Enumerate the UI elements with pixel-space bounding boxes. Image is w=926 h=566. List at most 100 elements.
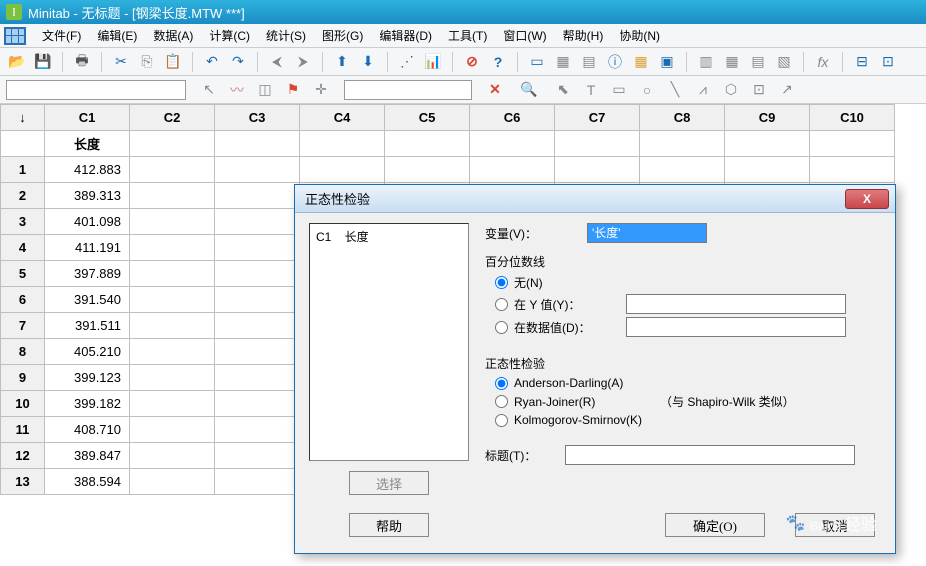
brush-icon[interactable]: 〰: [226, 79, 248, 101]
column-name-cell[interactable]: [215, 131, 300, 157]
datavalue-input[interactable]: [626, 317, 846, 337]
layout3-icon[interactable]: ▤: [747, 51, 769, 73]
cell[interactable]: 391.540: [45, 287, 130, 313]
column-name-cell[interactable]: [470, 131, 555, 157]
cell[interactable]: [130, 261, 215, 287]
cell[interactable]: [130, 469, 215, 495]
pointer-icon[interactable]: ↖: [198, 79, 220, 101]
cell[interactable]: [215, 183, 300, 209]
menu-edit[interactable]: 编辑(E): [89, 24, 145, 47]
chart-icon[interactable]: 📊: [422, 51, 444, 73]
row-header[interactable]: 5: [1, 261, 45, 287]
flag-icon[interactable]: ⚑: [282, 79, 304, 101]
cell[interactable]: [215, 365, 300, 391]
polyline-tool-icon[interactable]: ⩘: [692, 79, 714, 101]
menu-graph[interactable]: 图形(G): [314, 24, 371, 47]
row-header[interactable]: 6: [1, 287, 45, 313]
cell[interactable]: 405.210: [45, 339, 130, 365]
line-tool-icon[interactable]: ╲: [664, 79, 686, 101]
radio-datavalue[interactable]: [495, 321, 508, 334]
row-header[interactable]: 12: [1, 443, 45, 469]
cascade-icon[interactable]: ⊡: [877, 51, 899, 73]
report-icon[interactable]: ▦: [630, 51, 652, 73]
menu-data[interactable]: 数据(A): [145, 24, 201, 47]
cell[interactable]: 399.182: [45, 391, 130, 417]
cell[interactable]: [215, 261, 300, 287]
menu-stat[interactable]: 统计(S): [258, 24, 314, 47]
menu-window[interactable]: 窗口(W): [495, 24, 554, 47]
graph-win-icon[interactable]: ▣: [656, 51, 678, 73]
menu-assist[interactable]: 协助(N): [611, 24, 668, 47]
nav-next-icon[interactable]: ⮞: [292, 51, 314, 73]
cell[interactable]: [300, 157, 385, 183]
column-name-cell[interactable]: [640, 131, 725, 157]
plus-icon[interactable]: ✛: [310, 79, 332, 101]
cell[interactable]: [130, 339, 215, 365]
combo-2[interactable]: [344, 80, 472, 100]
layout2-icon[interactable]: ▦: [721, 51, 743, 73]
column-header[interactable]: C4: [300, 105, 385, 131]
menu-tools[interactable]: 工具(T): [440, 24, 495, 47]
row-header[interactable]: 1: [1, 157, 45, 183]
radio-kolmogorov-smirnov[interactable]: [495, 414, 508, 427]
cancel-icon[interactable]: ⊘: [461, 51, 483, 73]
cell[interactable]: [215, 209, 300, 235]
menu-file[interactable]: 文件(F): [34, 24, 89, 47]
cell[interactable]: [725, 157, 810, 183]
tile-icon[interactable]: ⊟: [851, 51, 873, 73]
session-icon[interactable]: ▭: [526, 51, 548, 73]
menu-calc[interactable]: 计算(C): [201, 24, 258, 47]
cell[interactable]: 389.313: [45, 183, 130, 209]
open-icon[interactable]: 📂: [6, 51, 28, 73]
cell[interactable]: 412.883: [45, 157, 130, 183]
zoom-icon[interactable]: 🔍: [518, 79, 540, 101]
cell[interactable]: [130, 417, 215, 443]
cell[interactable]: [810, 157, 895, 183]
radio-none[interactable]: [495, 276, 508, 289]
select-tool-icon[interactable]: ⬉: [552, 79, 574, 101]
cell[interactable]: [215, 313, 300, 339]
insert-down-icon[interactable]: ⬇: [357, 51, 379, 73]
cell[interactable]: [215, 339, 300, 365]
project-icon[interactable]: ▤: [578, 51, 600, 73]
cell[interactable]: [215, 443, 300, 469]
row-header[interactable]: 8: [1, 339, 45, 365]
cell[interactable]: [215, 391, 300, 417]
insert-up-icon[interactable]: ⬆: [331, 51, 353, 73]
ok-button[interactable]: 确定(O): [665, 513, 765, 537]
title-input[interactable]: [565, 445, 855, 465]
scatter-icon[interactable]: ⋰: [396, 51, 418, 73]
cell[interactable]: 399.123: [45, 365, 130, 391]
menu-help[interactable]: 帮助(H): [555, 24, 612, 47]
cell[interactable]: [215, 157, 300, 183]
cell[interactable]: [130, 209, 215, 235]
yvalue-input[interactable]: [626, 294, 846, 314]
cell[interactable]: [130, 235, 215, 261]
fx-icon[interactable]: fx: [812, 51, 834, 73]
layout1-icon[interactable]: ▥: [695, 51, 717, 73]
column-header[interactable]: C10: [810, 105, 895, 131]
cell[interactable]: [215, 287, 300, 313]
cell[interactable]: [130, 443, 215, 469]
row-header[interactable]: 11: [1, 417, 45, 443]
column-name-cell[interactable]: 长度: [45, 131, 130, 157]
cell[interactable]: 397.889: [45, 261, 130, 287]
column-name-cell[interactable]: [810, 131, 895, 157]
rect-sel-icon[interactable]: ◫: [254, 79, 276, 101]
worksheet-icon[interactable]: [4, 27, 26, 45]
copy-icon[interactable]: ⎘: [136, 51, 158, 73]
column-header[interactable]: C8: [640, 105, 725, 131]
cell[interactable]: [130, 157, 215, 183]
marker-tool-icon[interactable]: ⊡: [748, 79, 770, 101]
cell[interactable]: 391.511: [45, 313, 130, 339]
cell[interactable]: [470, 157, 555, 183]
undo-icon[interactable]: ↶: [201, 51, 223, 73]
menu-editor[interactable]: 编辑器(D): [371, 24, 440, 47]
redo-icon[interactable]: ↷: [227, 51, 249, 73]
row-header[interactable]: 3: [1, 209, 45, 235]
row-header[interactable]: 9: [1, 365, 45, 391]
radio-anderson-darling[interactable]: [495, 377, 508, 390]
layout4-icon[interactable]: ▧: [773, 51, 795, 73]
cell[interactable]: [130, 183, 215, 209]
row-header[interactable]: 7: [1, 313, 45, 339]
